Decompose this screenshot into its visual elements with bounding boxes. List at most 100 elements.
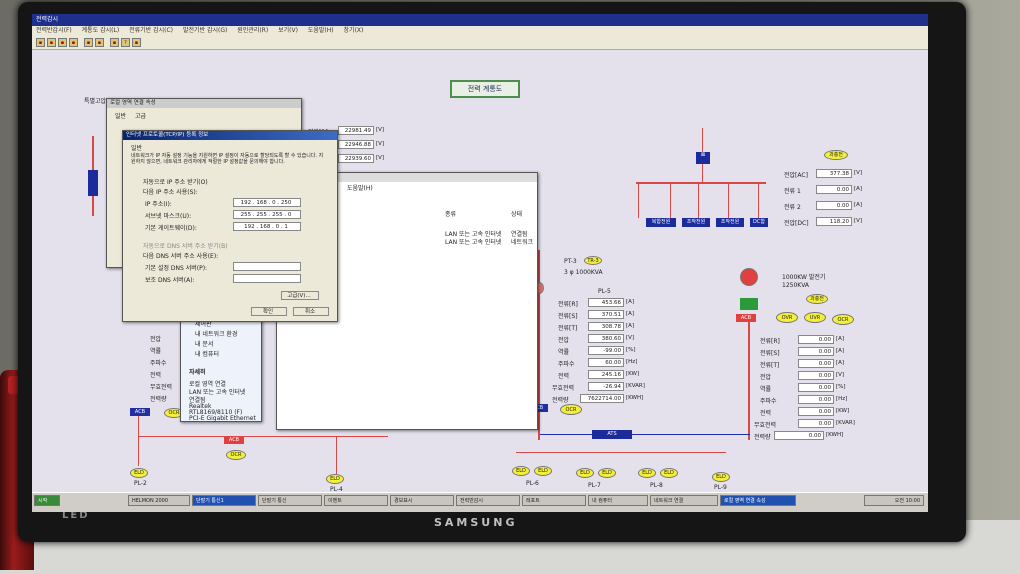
gen-value: 0.00 [798,407,834,416]
radio-auto-dns[interactable]: 자동으로 DNS 서버 주소 받기(B) [143,241,228,250]
voltage-unit: [V] [376,141,385,147]
reading-unit: [V] [626,335,635,341]
taskbar-item[interactable]: 로컬 영역 연결 속성 [720,495,796,506]
toolbar-button[interactable]: ▪ [132,38,141,47]
taskbar-item[interactable]: 내 컴퓨터 [588,495,648,506]
ocr-relay[interactable]: OCR [226,450,246,460]
dns2-field[interactable] [233,274,301,283]
taskbar-item[interactable]: 네트워크 연결 [650,495,718,506]
menu-item[interactable]: 보기(V) [278,27,298,34]
toolbar-button[interactable]: ? [121,38,130,47]
menu-item[interactable]: 창기(X) [344,27,364,34]
voltage-unit: [V] [376,155,385,161]
gen-unit: [Hz] [836,396,848,402]
tab-general[interactable]: 일반 [115,111,126,120]
reading-value: 245.16 [588,370,624,379]
eld-indicator: ELD [712,472,730,482]
left-reading-label: 전압 [150,336,162,343]
eld-indicator: ELD [576,468,594,478]
reading-label: 전력 [558,373,570,380]
menu-item[interactable]: 전류기반 감시(C) [129,27,173,34]
uvr-relay[interactable]: UVR [804,312,826,323]
taskbar-item[interactable]: 전력반감시 [456,495,520,506]
reading-label: 전류[R] [558,301,578,308]
toolbar-button[interactable]: ▪ [36,38,45,47]
gateway-label: 기본 게이트웨이(D): [145,225,197,232]
radio-manual-dns[interactable]: 다음 DNS 서버 주소 사용(E): [143,251,218,260]
advanced-button[interactable]: 고급(V)... [281,291,319,300]
side-menu-item[interactable]: 내 컴퓨터 [195,349,219,358]
netconn-menu[interactable]: 도움말(H) [347,183,373,192]
subnet-mask-field[interactable]: 255 . 255 . 255 . 0 [233,210,301,219]
reading-label: 주파수 [558,361,575,368]
feeder-drop [758,184,759,218]
explorer-side-pane: 제어판 내 네트워크 환경 내 문서 내 컴퓨터 자세히 로컬 영역 연결 LA… [180,314,262,422]
dns1-field[interactable] [233,262,301,271]
menu-item[interactable]: 도움말(H) [308,27,334,34]
taskbar-item[interactable]: HELMON 2000 [128,495,190,506]
toolbar-button[interactable]: ▪ [58,38,67,47]
ip-address-field[interactable]: 192 . 168 . 0 . 250 [233,198,301,207]
transformer-icon [88,170,98,196]
screen: 전력감시 전력반감시(F) 계통도 감시(L) 전류기반 감시(C) 발전기반 … [32,14,928,512]
dc-bus [636,182,766,184]
voltage-value: 22981.49 [338,126,374,135]
toolbar-button[interactable]: ▪ [84,38,93,47]
reading-label: 전류[T] [558,325,578,332]
tcpip-dialog: 인터넷 프로토콜(TCP/IP) 등록 정보 일반 네트워크가 IP 자동 설정… [122,130,338,322]
start-button[interactable]: 시작 [34,495,60,506]
radio-auto-ip[interactable]: 자동으로 IP 주소 받기(O) [143,177,208,186]
taskbar-item[interactable]: 단말기 통신 [258,495,322,506]
taskbar-item[interactable]: 경보표시 [390,495,454,506]
ocr-relay[interactable]: OCR [560,404,582,415]
taskbar-item[interactable]: 이벤트 [324,495,388,506]
dc-value: 0.00 [816,185,852,194]
left-reading-label: 주파수 [150,360,167,367]
gen-label: 전류[T] [760,362,780,369]
side-detail-title[interactable]: 자세히 [189,367,206,376]
generator-acb[interactable]: ACB [736,314,756,322]
radio-manual-ip[interactable]: 다음 IP 주소 사용(S): [143,187,198,196]
reading-unit: [KW] [626,371,640,377]
menu-item[interactable]: 전력반감시(F) [36,27,72,34]
reading-unit: [%] [626,347,636,353]
ats-switch[interactable]: ATS [592,430,632,439]
generator-alarm-button[interactable]: 과충전 [806,294,828,304]
gen-label: 주파수 [760,398,777,405]
feeder-drop [698,184,699,218]
menu-item[interactable]: 원인관리(R) [237,27,268,34]
gen-value: 0.00 [798,395,834,404]
reading-unit: [A] [626,323,635,329]
taskbar-item[interactable]: 단말기 통신1 [192,495,256,506]
gen-value: 0.00 [798,359,834,368]
gen-unit: [KWH] [826,432,844,438]
reading-unit: [A] [626,299,635,305]
toolbar-button[interactable]: ▪ [95,38,104,47]
netconn-header-type[interactable]: 종류 [445,209,456,218]
side-menu-item[interactable]: 내 문서 [195,339,213,348]
menu-item[interactable]: 발전기반 감시(G) [183,27,227,34]
side-menu-item[interactable]: 내 네트워크 환경 [195,329,237,338]
toolbar-button[interactable]: ▪ [69,38,78,47]
ovr-relay[interactable]: OVR [776,312,798,323]
menu-item[interactable]: 계통도 감시(L) [82,27,120,34]
acb-breaker[interactable]: ACB [224,436,244,444]
tcpip-tab-general[interactable]: 일반 [131,143,142,152]
dc-alarm-button[interactable]: 과충전 [824,150,848,160]
cancel-button[interactable]: 취소 [293,307,329,316]
reading-value: 308.78 [588,322,624,331]
netconn-row-type[interactable]: LAN 또는 고속 인터넷 [445,237,501,246]
toolbar-button[interactable]: ▪ [110,38,119,47]
acb-breaker[interactable]: ACB [130,408,150,416]
netconn-header-status[interactable]: 상태 [511,209,522,218]
ocr-relay[interactable]: OCR [832,314,854,325]
left-drop [138,416,139,466]
menubar: 전력반감시(F) 계통도 감시(L) 전류기반 감시(C) 발전기반 감시(G)… [32,26,928,36]
ok-button[interactable]: 확인 [251,307,287,316]
taskbar-item[interactable]: 레포트 [522,495,586,506]
tab-advanced[interactable]: 고급 [135,111,146,120]
gateway-field[interactable]: 192 . 168 . 0 . 1 [233,222,301,231]
eld-indicator: ELD [660,468,678,478]
toolbar-button[interactable]: ▪ [47,38,56,47]
lan-properties-titlebar: 로컬 영역 연결 속성 [107,99,301,108]
